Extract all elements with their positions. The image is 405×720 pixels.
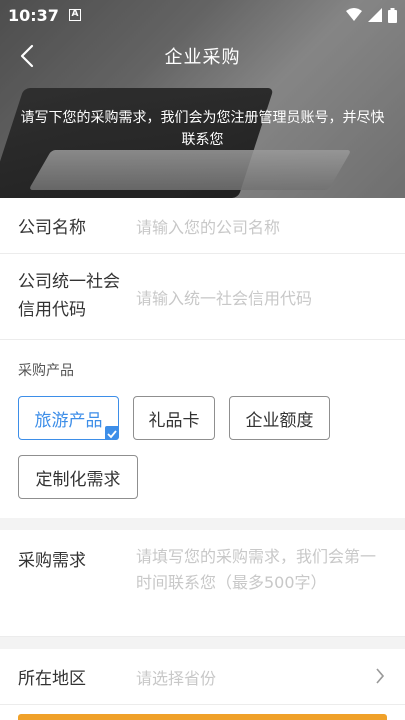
chevron-right-icon (376, 668, 385, 684)
status-bar: 10:37 A (0, 0, 405, 30)
status-time: 10:37 (8, 5, 59, 25)
region-label: 所在地区 (18, 669, 86, 689)
requirement-textarea[interactable]: 请填写您的采购需求，我们会第一时间联系您（最多500字） (136, 544, 388, 624)
product-chip-label: 企业额度 (245, 410, 314, 431)
company-name-label: 公司名称 (18, 218, 86, 238)
company-name-input[interactable]: 请输入您的公司名称 (136, 214, 280, 238)
product-chip-label: 定制化需求 (35, 469, 121, 490)
product-chip-gift-card[interactable]: 礼品卡 (133, 396, 215, 440)
product-chip-label: 礼品卡 (148, 410, 200, 431)
status-icons (346, 7, 397, 23)
hero-description: 请写下您的采购需求，我们会为您注册管理员账号，并尽快联系您 (20, 110, 385, 148)
section-divider (0, 637, 405, 649)
product-chip-label: 旅游产品 (34, 410, 103, 431)
nav-bar: 企业采购 (0, 36, 405, 76)
products-section-title: 采购产品 (18, 363, 74, 379)
credit-code-label-line1: 公司统一社会 (18, 272, 120, 292)
battery-icon (388, 7, 397, 23)
product-chip-custom[interactable]: 定制化需求 (18, 455, 138, 499)
credit-code-label: 公司统一社会 信用代码 (18, 268, 120, 324)
requirement-label: 采购需求 (18, 551, 86, 571)
page-title: 企业采购 (164, 47, 241, 68)
company-name-row[interactable]: 公司名称 请输入您的公司名称 (0, 198, 405, 254)
credit-code-row[interactable]: 公司统一社会 信用代码 请输入统一社会信用代码 (0, 254, 405, 340)
wifi-icon (346, 8, 362, 21)
credit-code-label-line2: 信用代码 (18, 300, 86, 320)
section-divider (0, 518, 405, 530)
back-arrow-icon[interactable] (18, 44, 40, 68)
notification-a-icon: A (68, 9, 81, 21)
product-chip-enterprise-credit[interactable]: 企业额度 (229, 396, 330, 440)
credit-code-input[interactable]: 请输入统一社会信用代码 (136, 285, 312, 309)
region-select[interactable]: 请选择省份 (136, 665, 216, 689)
submit-button[interactable] (18, 714, 387, 720)
product-chip-travel[interactable]: 旅游产品 (18, 396, 119, 440)
hero-banner: 10:37 A 企业采购 请写下您的采购需求，我们会为您注册管理员账号，并尽快联… (0, 0, 405, 198)
checkmark-icon (105, 426, 119, 440)
region-row[interactable]: 所在地区 请选择省份 (0, 649, 405, 705)
signal-icon (368, 8, 382, 22)
